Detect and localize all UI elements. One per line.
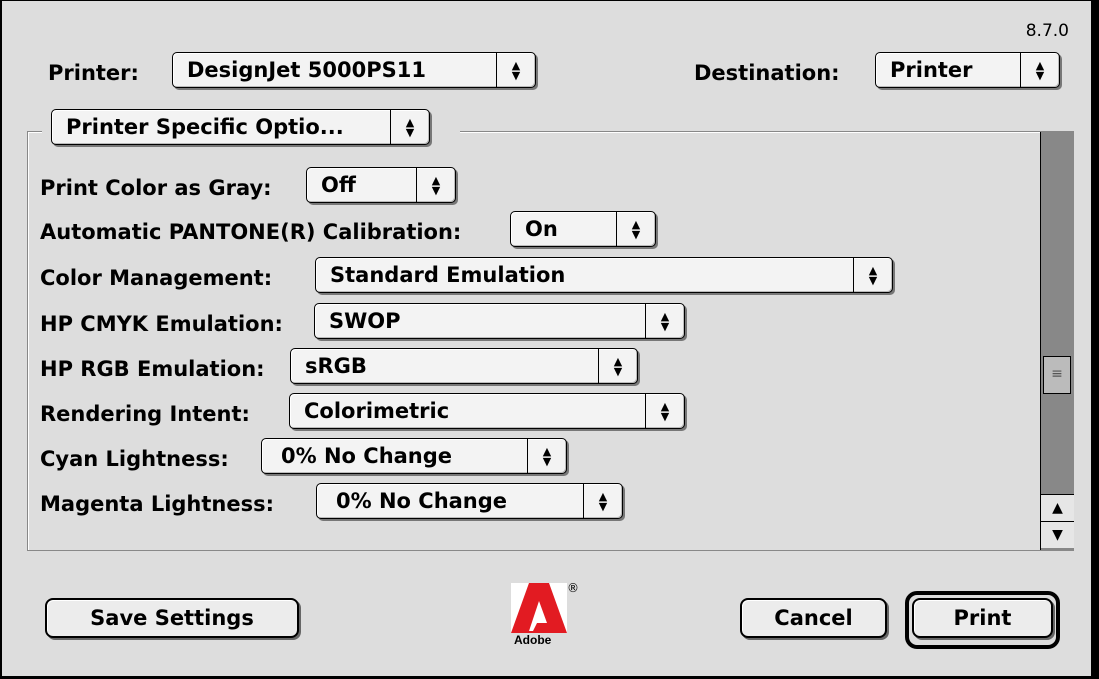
up-down-arrows-icon: ▲ ▼ [390,110,429,144]
printer-popup[interactable]: DesignJet 5000PS11 ▲ ▼ [172,52,536,88]
version-label: 8.7.0 [1025,21,1069,41]
up-down-arrows-icon: ▲ ▼ [496,53,535,87]
up-down-arrows-icon: ▲ ▼ [598,349,637,383]
hp-cmyk-emulation-label: HP CMYK Emulation: [40,312,283,336]
up-arrow-icon: ▲ [1052,500,1063,516]
up-down-arrows-icon: ▲ ▼ [645,304,684,338]
up-down-arrows-icon: ▲ ▼ [527,439,566,473]
hp-cmyk-emulation-value: SWOP [329,309,401,333]
print-color-gray-label: Print Color as Gray: [40,176,272,200]
hp-rgb-emulation-value: sRGB [305,354,367,378]
print-dialog: 8.7.0 Printer: DesignJet 5000PS11 ▲ ▼ Des… [1,0,1094,677]
up-down-arrows-icon: ▲ ▼ [416,168,455,202]
up-down-arrows-icon: ▲ ▼ [645,394,684,428]
print-color-gray-popup[interactable]: Off ▲ ▼ [306,167,456,203]
scroll-thumb[interactable]: ≡ [1043,356,1071,394]
color-management-popup[interactable]: Standard Emulation ▲ ▼ [315,257,893,293]
save-settings-button[interactable]: Save Settings [45,598,299,638]
up-down-arrows-icon: ▲ ▼ [583,484,622,518]
up-down-arrows-icon: ▲ ▼ [1020,53,1059,87]
cyan-lightness-popup[interactable]: 0% No Change ▲ ▼ [261,438,567,474]
cyan-lightness-label: Cyan Lightness: [40,447,229,471]
adobe-logo-icon [511,583,567,633]
pantone-calibration-value: On [525,217,558,241]
destination-label: Destination: [694,61,840,85]
hp-rgb-emulation-popup[interactable]: sRGB ▲ ▼ [290,348,638,384]
rendering-intent-value: Colorimetric [304,399,450,423]
destination-popup[interactable]: Printer ▲ ▼ [875,52,1060,88]
magenta-lightness-popup[interactable]: 0% No Change ▲ ▼ [316,483,623,519]
magenta-lightness-value: 0% No Change [336,489,508,513]
hp-rgb-emulation-label: HP RGB Emulation: [40,357,265,381]
scroll-up-button[interactable]: ▲ [1041,494,1074,521]
section-popup-value: Printer Specific Optio... [66,115,344,139]
scroll-down-button[interactable]: ▼ [1041,521,1074,548]
registered-mark: ® [567,581,579,595]
adobe-logo: Adobe ® [511,581,579,675]
vertical-scrollbar[interactable]: ≡ ▲ ▼ [1040,132,1074,550]
cyan-lightness-value: 0% No Change [281,444,453,468]
color-management-label: Color Management: [40,266,273,290]
adobe-logo-text: Adobe [514,633,552,647]
rendering-intent-popup[interactable]: Colorimetric ▲ ▼ [289,393,685,429]
section-popup[interactable]: Printer Specific Optio... ▲ ▼ [51,109,430,145]
printer-label: Printer: [48,61,139,85]
color-management-value: Standard Emulation [330,263,566,287]
hp-cmyk-emulation-popup[interactable]: SWOP ▲ ▼ [314,303,685,339]
down-arrow-icon: ▼ [1052,527,1063,543]
grip-icon: ≡ [1051,366,1063,382]
rendering-intent-label: Rendering Intent: [40,402,250,426]
pantone-calibration-popup[interactable]: On ▲ ▼ [510,211,656,247]
pantone-calibration-label: Automatic PANTONE(R) Calibration: [40,220,462,244]
up-down-arrows-icon: ▲ ▼ [853,258,892,292]
up-down-arrows-icon: ▲ ▼ [616,212,655,246]
print-color-gray-value: Off [321,173,356,197]
magenta-lightness-label: Magenta Lightness: [40,492,275,516]
printer-popup-value: DesignJet 5000PS11 [187,58,426,82]
print-button[interactable]: Print [912,598,1053,638]
destination-popup-value: Printer [890,58,973,82]
cancel-button[interactable]: Cancel [740,598,887,638]
